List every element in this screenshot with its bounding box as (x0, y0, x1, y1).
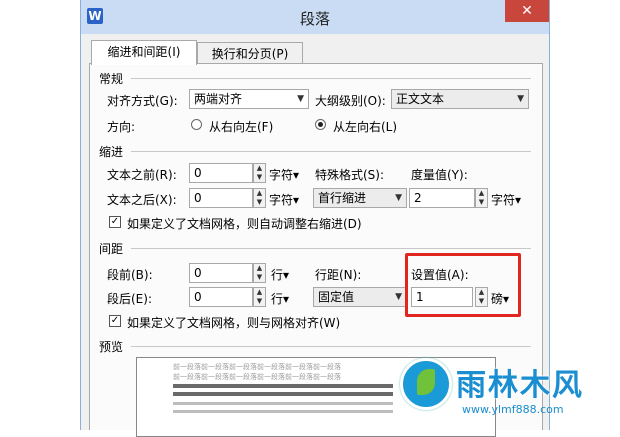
indent-before-label: 文本之前(R): (107, 168, 177, 182)
special-format-label: 特殊格式(S): (315, 168, 385, 182)
space-after-unit[interactable]: 行▾ (271, 290, 289, 307)
space-before-unit[interactable]: 行▾ (271, 266, 289, 283)
rtl-label: 从右向左(F) (209, 120, 274, 134)
rtl-radio[interactable] (191, 119, 202, 130)
close-button[interactable]: ✕ (505, 0, 549, 22)
section-indent-title: 缩进 (99, 145, 124, 159)
measure-input[interactable]: 2 (409, 188, 475, 208)
indent-after-label: 文本之后(X): (107, 193, 177, 207)
measure-unit[interactable]: 字符▾ (491, 191, 521, 208)
leaf-icon (417, 369, 435, 395)
section-divider (131, 151, 531, 152)
space-before-input[interactable]: 0 (189, 263, 253, 283)
preview-paragraph-line (173, 402, 393, 405)
tab-line-page-breaks[interactable]: 换行和分页(P) (197, 42, 303, 65)
section-spacing-title: 间距 (99, 242, 124, 256)
ltr-label: 从左向右(L) (333, 120, 398, 134)
outline-level-label: 大纲级别(O): (315, 94, 386, 108)
ylmf-logo-icon (400, 358, 452, 410)
dialog-title: 段落 (299, 10, 330, 28)
dropdown-arrow-icon: ▼ (395, 193, 402, 203)
special-format-value: 首行缩进 (318, 191, 367, 205)
indent-before-unit[interactable]: 字符▾ (269, 166, 299, 183)
watermark-brand: 雨林木风 (456, 368, 584, 403)
auto-right-indent-label: 如果定义了文档网格，则自动调整右缩进(D) (127, 217, 362, 231)
snap-to-grid-checkbox[interactable]: ✓ (109, 315, 121, 327)
alignment-label: 对齐方式(G): (107, 94, 178, 108)
indent-after-input[interactable]: 0 (189, 188, 253, 208)
line-spacing-select[interactable]: 固定值 ▼ (313, 287, 407, 307)
space-after-input[interactable]: 0 (189, 287, 253, 307)
indent-before-spinner[interactable]: ▲ ▼ (253, 163, 266, 183)
watermark-url: www.ylmf888.com (462, 403, 564, 416)
tab-indent-spacing[interactable]: 缩进和间距(I) (91, 40, 197, 65)
spin-down-icon[interactable]: ▼ (254, 198, 265, 207)
section-general-title: 常规 (99, 72, 124, 86)
outline-level-value: 正文文本 (396, 92, 445, 106)
ltr-radio[interactable] (315, 119, 326, 130)
outline-level-select[interactable]: 正文文本 ▼ (391, 89, 529, 109)
dropdown-arrow-icon: ▼ (297, 94, 304, 104)
direction-label: 方向: (107, 120, 136, 134)
preview-paragraph-line (173, 392, 393, 396)
preview-paragraph-line (173, 410, 393, 413)
section-divider (131, 78, 531, 79)
line-spacing-label: 行距(N): (315, 268, 362, 282)
preview-paragraph-line (173, 384, 393, 388)
spin-up-icon[interactable]: ▲ (254, 264, 265, 273)
spin-down-icon[interactable]: ▼ (254, 297, 265, 306)
snap-to-grid-label: 如果定义了文档网格，则与网格对齐(W) (127, 316, 341, 330)
dropdown-arrow-icon: ▼ (517, 94, 524, 104)
indent-before-input[interactable]: 0 (189, 163, 253, 183)
spin-up-icon[interactable]: ▲ (254, 189, 265, 198)
space-before-spinner[interactable]: ▲ ▼ (253, 263, 266, 283)
highlight-annotation (405, 253, 521, 317)
indent-after-unit[interactable]: 字符▾ (269, 191, 299, 208)
measure-label: 度量值(Y): (411, 168, 468, 182)
dropdown-arrow-icon: ▼ (395, 292, 402, 302)
spin-down-icon[interactable]: ▼ (254, 173, 265, 182)
indent-after-spinner[interactable]: ▲ ▼ (253, 188, 266, 208)
space-before-label: 段前(B): (107, 268, 153, 282)
spin-up-icon[interactable]: ▲ (254, 164, 265, 173)
measure-spinner[interactable]: ▲ ▼ (475, 188, 488, 208)
section-divider (131, 248, 531, 249)
alignment-select[interactable]: 两端对齐 ▼ (189, 89, 309, 109)
spin-down-icon[interactable]: ▼ (476, 198, 487, 207)
auto-right-indent-checkbox[interactable]: ✓ (109, 216, 121, 228)
spin-up-icon[interactable]: ▲ (254, 288, 265, 297)
section-divider (131, 346, 531, 347)
spin-up-icon[interactable]: ▲ (476, 189, 487, 198)
spin-down-icon[interactable]: ▼ (254, 273, 265, 282)
line-spacing-value: 固定值 (318, 290, 355, 304)
space-after-label: 段后(E): (107, 292, 152, 306)
section-preview-title: 预览 (99, 340, 124, 354)
special-format-select[interactable]: 首行缩进 ▼ (313, 188, 407, 208)
title-bar[interactable]: W 段落 ✕ (81, 0, 549, 34)
space-after-spinner[interactable]: ▲ ▼ (253, 287, 266, 307)
alignment-value: 两端对齐 (194, 92, 243, 106)
